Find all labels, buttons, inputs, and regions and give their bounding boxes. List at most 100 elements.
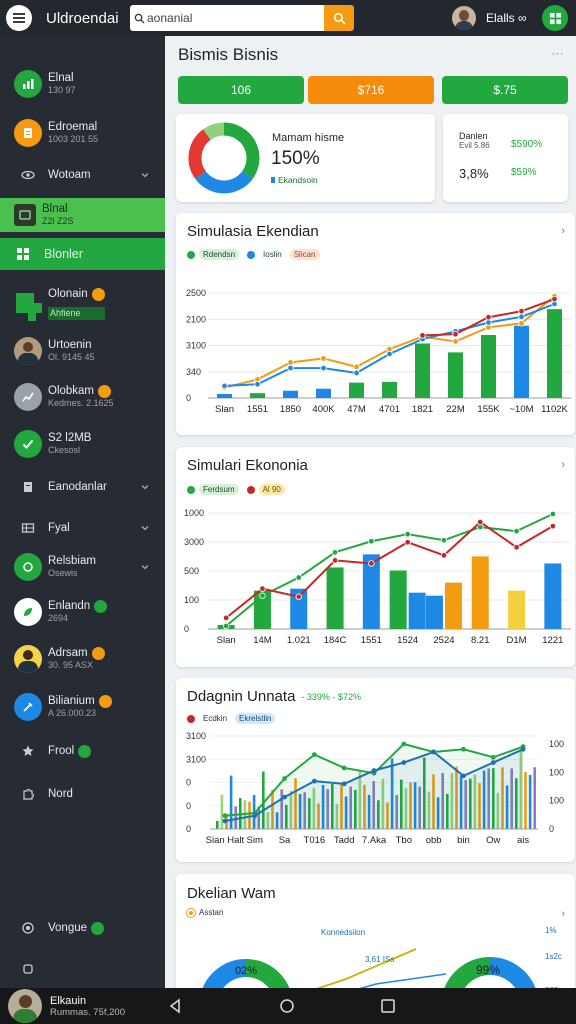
legend-item[interactable]: Ekrelstlin: [235, 713, 276, 724]
data-point: [222, 614, 230, 622]
sidebar-item-label: Relsbiam: [48, 555, 96, 567]
chevron-right-icon[interactable]: ›: [561, 459, 565, 471]
data-point: [490, 760, 496, 765]
search-input[interactable]: aonanial: [130, 5, 324, 31]
sidebar-item-fyal[interactable]: Fyal: [0, 515, 165, 541]
sidebar-item-frool[interactable]: Frool: [0, 738, 165, 764]
sidebar-item-edroemal[interactable]: Edroemal 1003 201 55: [0, 118, 165, 148]
sidebar-item-olobkam[interactable]: Olobkam Kedmes. 2.1625: [0, 382, 165, 412]
right-donut-value: 99%: [476, 963, 501, 977]
x-tick-label: T016: [304, 835, 326, 846]
search-button[interactable]: [324, 5, 354, 31]
user-avatar[interactable]: [452, 6, 476, 30]
sidebar-item-label: Vongue: [48, 921, 88, 934]
settings-icon: [14, 955, 42, 983]
sidebar-item-wotoam[interactable]: Wotoam: [0, 162, 165, 188]
sidebar-item-sub: 130 97: [48, 85, 76, 95]
recents-icon[interactable]: [379, 997, 397, 1015]
data-point: [513, 544, 520, 551]
x-tick-label: 400K: [312, 404, 335, 415]
profile-avatar[interactable]: [8, 989, 42, 1023]
sidebar-item-vongue[interactable]: Vongue: [0, 915, 165, 941]
legend-item[interactable]: Ioslin: [259, 249, 286, 260]
chart-ddagnin: 3100 3100 0 0 0 100 100 100 0 Sian Halt Sim Sa T016 T…: [186, 731, 564, 846]
sidebar-item-label: Urtoenin: [48, 339, 92, 351]
y-tick-label: 3100: [186, 754, 206, 764]
bar: [425, 595, 443, 629]
bar: [514, 325, 529, 398]
x-tick-label: 1551: [361, 635, 382, 646]
data-point: [461, 746, 466, 752]
sidebar-item-relsbiam[interactable]: Relsbiam Osewis: [0, 552, 165, 582]
legend-swatch: [271, 177, 275, 183]
series-line: [316, 948, 417, 988]
sidebar-settings[interactable]: [0, 957, 165, 981]
menu-button[interactable]: [6, 5, 32, 31]
data-point: [551, 295, 558, 303]
sidebar-item-sub: Kedmes. 2.1625: [48, 398, 114, 408]
x-tick-label: D1M: [507, 635, 527, 646]
sidebar-item-sub: Ckesosl: [48, 445, 81, 455]
legend-item[interactable]: Slican: [289, 249, 320, 260]
summary-donut-slice-3: [203, 122, 225, 141]
legend-item[interactable]: Ecdkin: [199, 713, 231, 724]
sidebar-item-eanodanlar[interactable]: Eanodanlar: [0, 474, 165, 500]
globe-icon: [14, 914, 42, 942]
data-point: [259, 585, 266, 592]
data-point: [341, 765, 347, 771]
data-point: [431, 749, 437, 755]
data-point: [222, 813, 228, 819]
legend-dot: [187, 250, 195, 259]
sidebar-item-olonain[interactable]: Olonain Ahfiene: [0, 280, 165, 328]
profile-info: Elkauin Rummas. 75f,200: [50, 995, 125, 1018]
tractor-icon: [14, 283, 44, 325]
donut-title: Mamam hisme: [272, 132, 345, 144]
data-point: [518, 313, 525, 321]
sidebar-item-nord[interactable]: Nord: [0, 781, 165, 807]
y-tick-label: 2500: [186, 288, 206, 298]
sidebar-item-label: Nord: [48, 787, 73, 800]
app-title: Uldroendai: [46, 9, 119, 27]
data-point: [477, 518, 484, 526]
bar: [382, 381, 397, 398]
chevron-right-icon[interactable]: ›: [561, 225, 565, 237]
apps-button[interactable]: [542, 5, 568, 31]
user-name[interactable]: Elalls ∞: [486, 11, 538, 25]
x-tick-label: Tadd: [334, 835, 355, 846]
data-point: [368, 538, 375, 545]
sidebar-item-urtoenin[interactable]: Urtoenin Ol. 9145 45: [0, 336, 165, 366]
user-name-suffix: ∞: [518, 11, 527, 25]
sidebar-item-enlandn[interactable]: Enlandn 2694: [0, 597, 165, 627]
sidebar-item-label: Blonler: [44, 246, 83, 261]
line-label: Konnedsilon: [321, 928, 366, 937]
legend-item[interactable]: Rdendsn: [199, 249, 240, 260]
bar: [415, 343, 430, 398]
sidebar-item-sub: Osewis: [48, 568, 78, 578]
data-point: [404, 530, 411, 538]
sidebar-item-blonler[interactable]: Blonler: [0, 238, 165, 270]
sidebar-item-s2l2mb[interactable]: S2 l2MB Ckesosl: [0, 429, 165, 459]
more-icon[interactable]: ⋯: [551, 46, 564, 62]
sidebar-item-elnal[interactable]: Elnal 130 97: [0, 69, 165, 99]
chevron-down-icon: [141, 173, 149, 178]
kpi-button-3[interactable]: $.75: [442, 76, 568, 104]
home-icon[interactable]: [278, 997, 296, 1015]
data-point: [254, 381, 261, 388]
kpi-button-1[interactable]: 106: [178, 76, 304, 104]
main-content: Bismis Bisnis ⋯ 106 $716 $.75 Mamam hism…: [165, 36, 576, 988]
summary-card: Mamam hisme 150% Ekandsoin: [176, 114, 435, 202]
legend-item[interactable]: Al 90: [258, 484, 285, 495]
y-tick-label: 1000: [184, 508, 204, 518]
axis-label: 1s2c: [545, 952, 562, 961]
sidebar-item-adrsam[interactable]: Adrsam 30. 95 ASX: [0, 644, 165, 674]
sidebar-item-bilianium[interactable]: Bilianium A 26.000.23: [0, 692, 165, 722]
y-tick-label: 3100: [186, 731, 206, 741]
sidebar-item-label: Wotoam: [48, 168, 91, 181]
bar: [326, 567, 344, 629]
kpi-button-2[interactable]: $716: [308, 76, 434, 104]
sidebar-item-blnal[interactable]: Blnal Z2l Z2S: [0, 198, 165, 232]
kpi-label: $.75: [493, 83, 517, 97]
data-point: [518, 320, 525, 327]
legend-item[interactable]: Ferdsum: [199, 484, 239, 495]
back-icon[interactable]: [166, 997, 184, 1015]
